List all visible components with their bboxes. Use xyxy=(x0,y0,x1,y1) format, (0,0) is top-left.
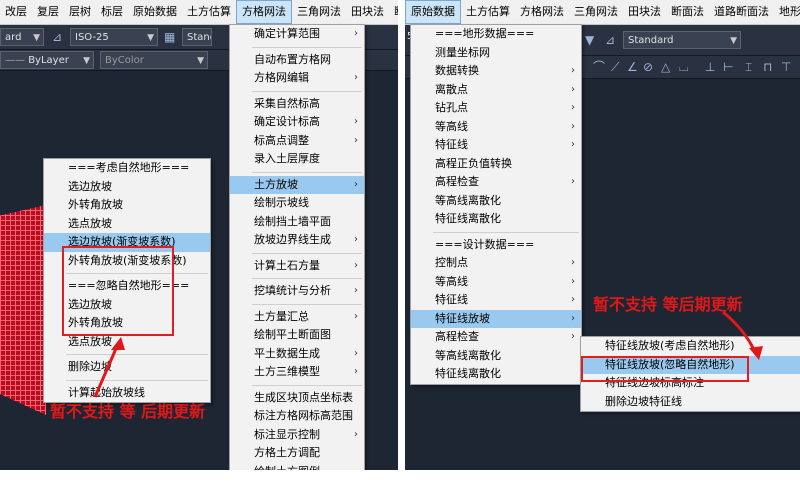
right-screenshot-panel: 原始数据土方估算方格网法三角网法田块法断面法道路断面法地形 5 ▼ ⊿ Stan… xyxy=(405,0,800,470)
annotation-text: 暂不支持 等 后期更新 xyxy=(50,402,206,421)
left-screenshot-panel: 改层复层层树标层原始数据土方估算方格网法三角网法田块法断面法道路 ard▼ ⊿ … xyxy=(0,0,398,470)
annotation-text: 暂不支持 等后期更新 xyxy=(593,295,743,314)
annotation-arrow xyxy=(722,310,763,360)
